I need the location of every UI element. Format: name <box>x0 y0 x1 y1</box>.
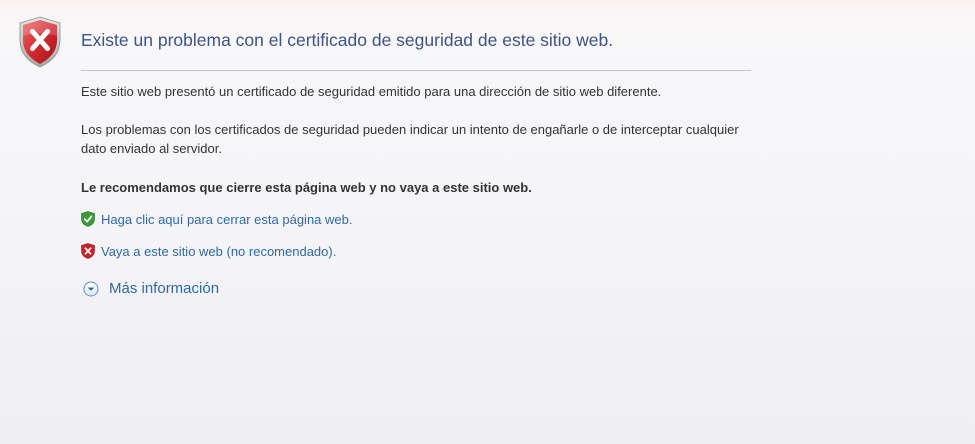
title-divider <box>81 70 751 71</box>
certificate-mismatch-text: Este sitio web presentó un certificado d… <box>81 84 662 99</box>
recommendation-text: Le recomendamos que cierre esta página w… <box>81 180 532 195</box>
continue-site-link[interactable]: Vaya a este sitio web (no recomendado). <box>81 243 336 259</box>
more-info-toggle[interactable]: Más información <box>83 280 219 297</box>
close-page-link[interactable]: Haga clic aquí para cerrar esta página w… <box>81 211 352 227</box>
continue-site-label[interactable]: Vaya a este sitio web (no recomendado). <box>101 244 336 259</box>
expand-chevron-icon <box>83 281 99 296</box>
green-check-shield-icon <box>81 211 95 227</box>
error-shield-icon <box>19 16 61 68</box>
more-info-label[interactable]: Más información <box>109 280 219 297</box>
security-warning-text: Los problemas con los certificados de se… <box>81 122 739 156</box>
page-title: Existe un problema con el certificado de… <box>81 30 614 50</box>
red-x-shield-icon <box>81 243 95 259</box>
close-page-label[interactable]: Haga clic aquí para cerrar esta página w… <box>101 212 352 227</box>
